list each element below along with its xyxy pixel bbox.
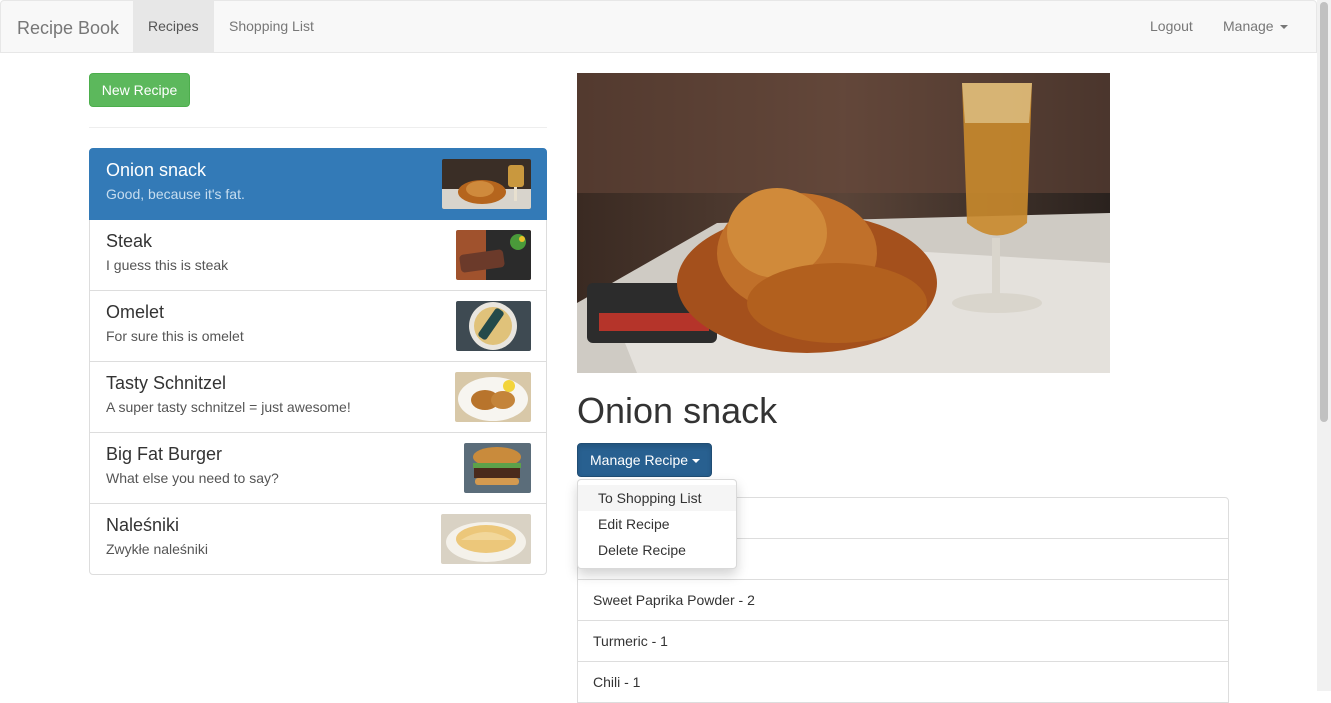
recipe-description: What else you need to say?: [106, 470, 279, 486]
chevron-down-icon: [692, 459, 701, 464]
recipe-name: Big Fat Burger: [106, 444, 223, 464]
recipe-item-tasty-schnitzel[interactable]: Tasty Schnitzel A super tasty schnitzel …: [89, 361, 547, 433]
recipe-thumbnail: [441, 514, 531, 564]
recipe-thumbnail: [456, 301, 531, 351]
ingredient-item[interactable]: Sweet Paprika Powder - 2: [577, 579, 1229, 621]
ingredient-item[interactable]: Turmeric - 1: [577, 620, 1229, 662]
recipe-name: Tasty Schnitzel: [106, 373, 227, 393]
recipe-image: [577, 73, 1110, 373]
ingredient-item[interactable]: Chili - 1: [577, 661, 1229, 703]
recipe-list: Onion snack Good, because it's fat. Stea…: [89, 148, 547, 575]
recipe-item-onion-snack[interactable]: Onion snack Good, because it's fat.: [89, 148, 547, 220]
recipe-thumbnail: [442, 159, 531, 209]
nav-logout[interactable]: Logout: [1135, 1, 1208, 52]
new-recipe-button[interactable]: New Recipe: [89, 73, 190, 107]
menu-item-edit-recipe[interactable]: Edit Recipe: [578, 511, 736, 537]
recipe-description: I guess this is steak: [106, 257, 229, 273]
scrollbar-thumb[interactable]: [1320, 2, 1328, 422]
recipe-thumbnail: [455, 372, 531, 422]
divider: [89, 127, 547, 128]
manage-recipe-menu: To Shopping List Edit Recipe Delete Reci…: [577, 479, 737, 569]
nav-recipes[interactable]: Recipes: [133, 1, 214, 52]
recipe-thumbnail: [456, 230, 531, 280]
menu-item-delete-recipe[interactable]: Delete Recipe: [578, 537, 736, 563]
recipe-description: A super tasty schnitzel = just awesome!: [106, 399, 351, 415]
recipe-description: For sure this is omelet: [106, 328, 244, 344]
recipe-name: Steak: [106, 231, 153, 251]
nav-manage-dropdown[interactable]: Manage: [1208, 1, 1303, 52]
scrollbar[interactable]: [1317, 0, 1331, 691]
recipe-description: Good, because it's fat.: [106, 186, 245, 202]
nav-shopping-list[interactable]: Shopping List: [214, 1, 329, 52]
recipe-item-nalesniki[interactable]: Naleśniki Zwykłe naleśniki: [89, 503, 547, 575]
recipe-item-steak[interactable]: Steak I guess this is steak: [89, 219, 547, 291]
manage-recipe-label: Manage Recipe: [590, 452, 689, 468]
menu-item-to-shopping-list[interactable]: To Shopping List: [578, 485, 736, 511]
recipe-title: Onion snack: [577, 390, 778, 431]
recipe-name: Onion snack: [106, 160, 207, 180]
manage-recipe-button[interactable]: Manage Recipe: [577, 443, 712, 477]
navbar: Recipe Book Recipes Shopping List Logout…: [0, 0, 1317, 53]
brand-link[interactable]: Recipe Book: [17, 18, 119, 39]
nav-manage-label: Manage: [1223, 18, 1274, 34]
recipe-name: Omelet: [106, 302, 165, 322]
recipe-thumbnail: [464, 443, 531, 493]
chevron-down-icon: [1279, 25, 1288, 30]
recipe-item-omelet[interactable]: Omelet For sure this is omelet: [89, 290, 547, 362]
recipe-name: Naleśniki: [106, 515, 180, 535]
recipe-description: Zwykłe naleśniki: [106, 541, 208, 557]
recipe-item-big-fat-burger[interactable]: Big Fat Burger What else you need to say…: [89, 432, 547, 504]
